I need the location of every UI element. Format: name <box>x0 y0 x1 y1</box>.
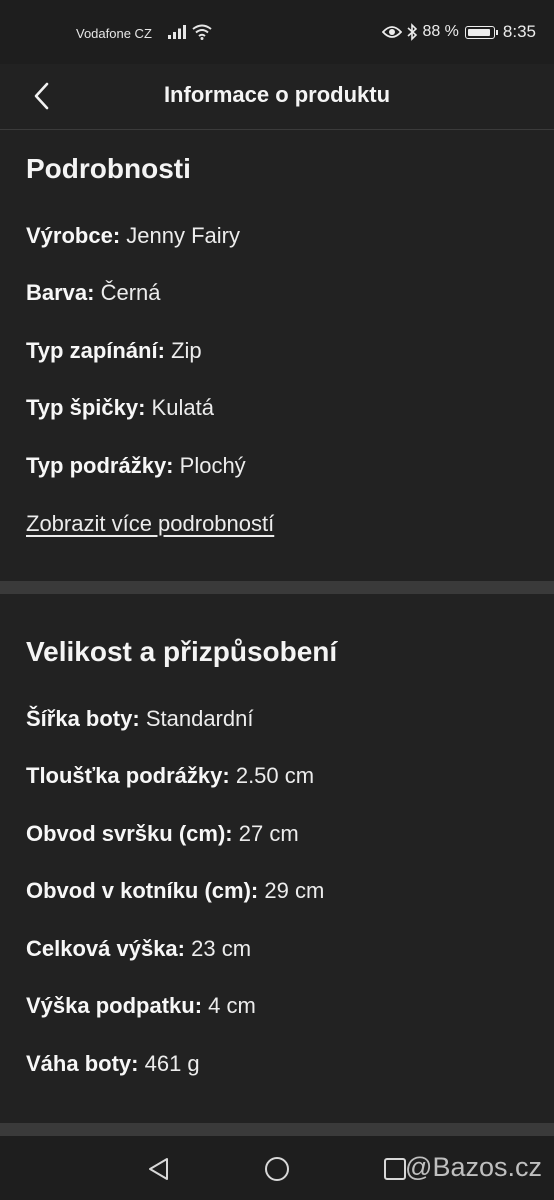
detail-value: Černá <box>100 280 161 305</box>
detail-row-manufacturer: Výrobce: Jenny Fairy <box>26 223 240 249</box>
watermark: @Bazos.cz <box>405 1152 542 1182</box>
page-title: Informace o produktu <box>163 82 391 107</box>
section-divider <box>0 1123 554 1136</box>
size-value: 2.50 cm <box>235 763 315 788</box>
size-label: Tloušťka podrážky: <box>26 763 230 788</box>
eye-icon <box>382 26 403 38</box>
app-bar: Informace o produktu <box>0 64 554 130</box>
status-bar: Vodafone CZ 88 % 8:35 <box>0 0 554 64</box>
battery-percent: 88 % <box>422 23 459 40</box>
size-value: 23 cm <box>191 936 252 961</box>
detail-label: Typ zapínání: <box>26 338 165 363</box>
size-label: Váha boty: <box>26 1051 139 1076</box>
signal-icon <box>168 25 186 39</box>
clock: 8:35 <box>502 22 536 41</box>
size-row-heel-height: Výška podpatku: 4 cm <box>26 993 256 1019</box>
size-row-ankle-circumference: Obvod v kotníku (cm): 29 cm <box>26 878 324 904</box>
battery-icon <box>464 25 498 39</box>
size-value: 4 cm <box>208 993 256 1018</box>
size-value: 27 cm <box>238 821 299 846</box>
size-label: Obvod svršku (cm): <box>26 821 233 846</box>
size-value: 29 cm <box>264 878 325 903</box>
size-label: Šířka boty: <box>26 706 140 731</box>
detail-row-fastening: Typ zapínání: Zip <box>26 338 202 364</box>
size-row-sole-thickness: Tloušťka podrážky: 2.50 cm <box>26 763 314 789</box>
carrier-name: Vodafone CZ <box>76 26 152 41</box>
detail-value: Jenny Fairy <box>126 223 240 248</box>
size-label: Celková výška: <box>26 936 185 961</box>
size-row-weight: Váha boty: 461 g <box>26 1051 200 1077</box>
details-section: Podrobnosti Výrobce: Jenny Fairy Barva: … <box>0 131 554 581</box>
triangle-back-icon[interactable] <box>144 1154 174 1184</box>
detail-label: Výrobce: <box>26 223 121 248</box>
detail-value: Plochý <box>179 453 246 478</box>
system-nav-bar: @Bazos.cz <box>0 1136 554 1200</box>
size-row-width: Šířka boty: Standardní <box>26 706 253 732</box>
details-heading: Podrobnosti <box>26 153 191 184</box>
size-heading: Velikost a přizpůsobení <box>26 636 338 667</box>
circle-home-icon[interactable] <box>262 1154 292 1184</box>
size-value: 461 g <box>144 1051 200 1076</box>
size-row-upper-circumference: Obvod svršku (cm): 27 cm <box>26 821 299 847</box>
detail-label: Typ špičky: <box>26 395 146 420</box>
detail-value: Kulatá <box>151 395 214 420</box>
detail-label: Barva: <box>26 280 95 305</box>
size-row-total-height: Celková výška: 23 cm <box>26 936 251 962</box>
size-section: Velikost a přizpůsobení Šířka boty: Stan… <box>0 594 554 1124</box>
section-divider <box>0 581 554 594</box>
detail-label: Typ podrážky: <box>26 453 174 478</box>
detail-row-toe: Typ špičky: Kulatá <box>26 395 214 421</box>
size-label: Výška podpatku: <box>26 993 203 1018</box>
show-more-details-link[interactable]: Zobrazit více podrobností <box>26 511 274 537</box>
bluetooth-icon <box>407 23 418 41</box>
detail-row-sole: Typ podrážky: Plochý <box>26 453 246 479</box>
detail-value: Zip <box>171 338 202 363</box>
detail-row-color: Barva: Černá <box>26 280 161 306</box>
size-label: Obvod v kotníku (cm): <box>26 878 259 903</box>
wifi-icon <box>192 24 212 40</box>
size-value: Standardní <box>145 706 254 731</box>
